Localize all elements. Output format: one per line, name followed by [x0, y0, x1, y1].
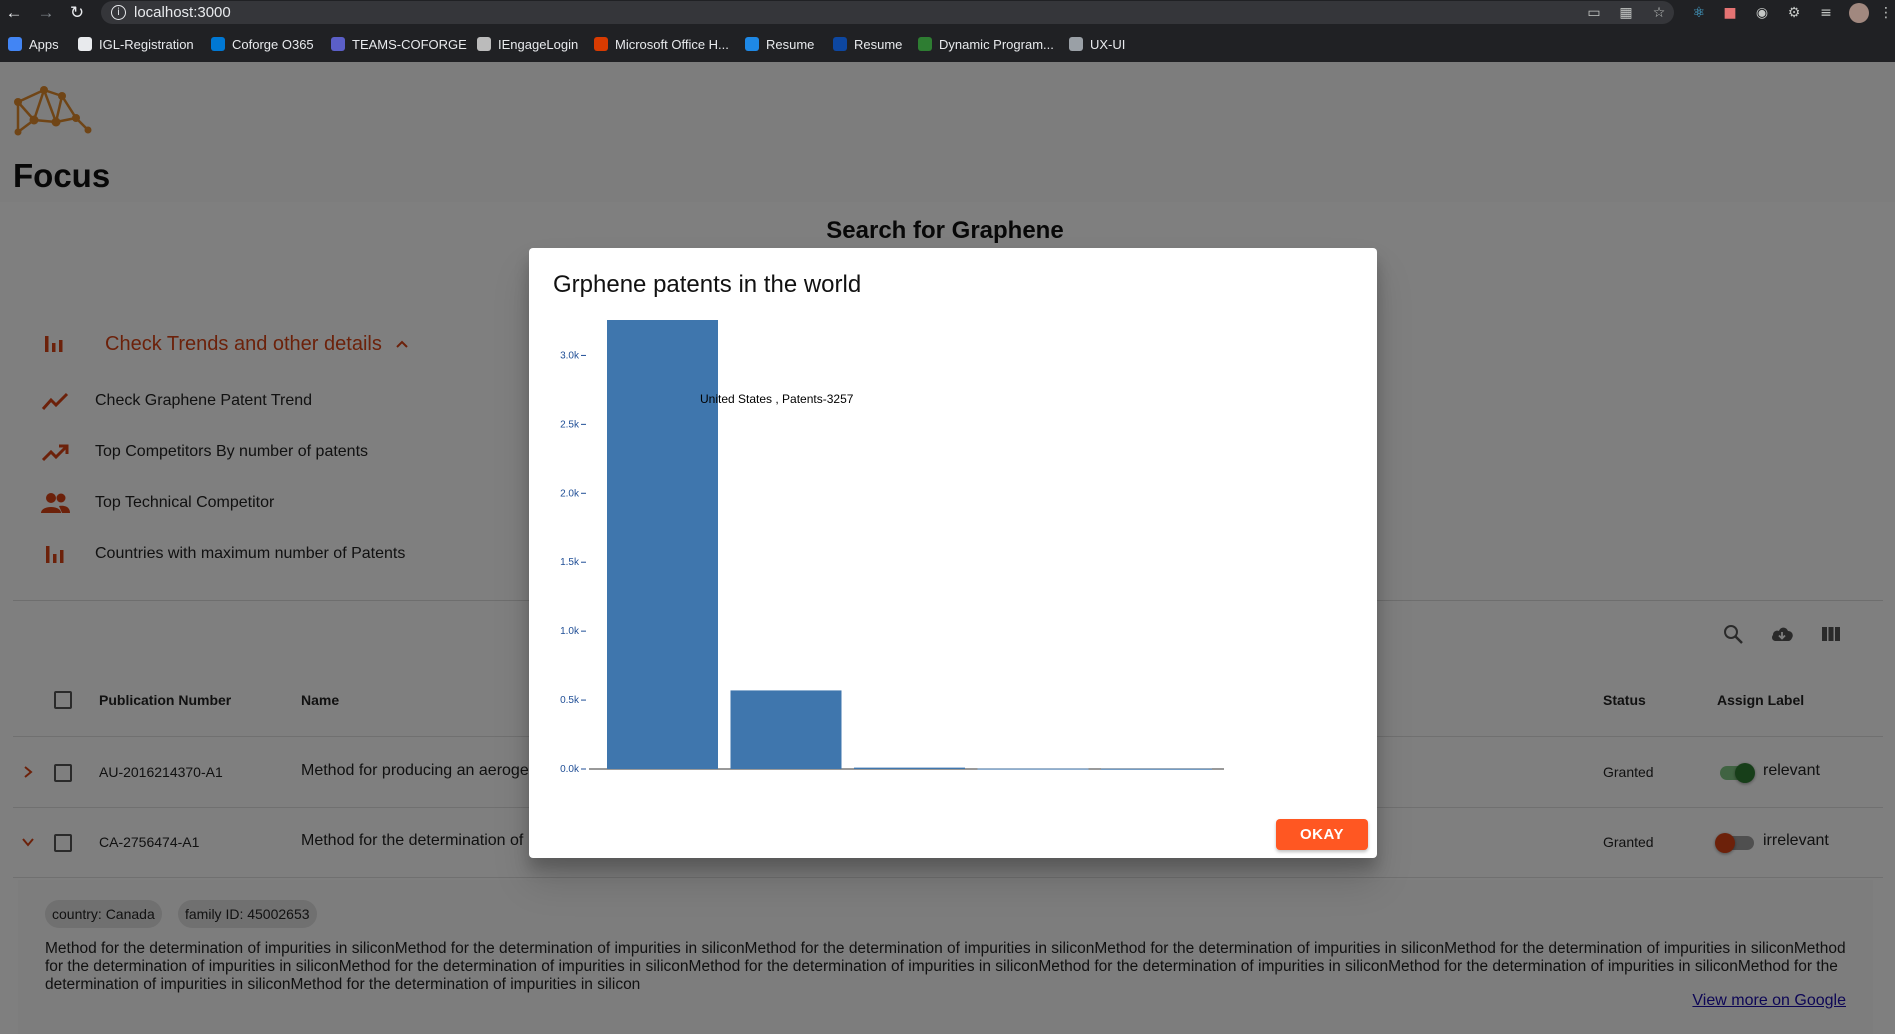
y-tick-label: 0.0k: [560, 764, 580, 775]
bookmark-label: Dynamic Program...: [939, 37, 1054, 52]
back-icon[interactable]: ←: [4, 3, 24, 23]
bookmark-label: Resume: [854, 37, 902, 52]
reload-icon[interactable]: ↻: [67, 3, 87, 23]
bookmark-item[interactable]: UX-UI: [1069, 35, 1125, 53]
extension-icon[interactable]: ■: [1721, 4, 1739, 22]
site-info-icon[interactable]: i: [111, 5, 126, 20]
y-tick-label: 1.0k: [560, 626, 580, 637]
reading-list-icon[interactable]: ≡: [1817, 4, 1835, 22]
y-tick-label: 2.5k: [560, 419, 580, 430]
bookmark-favicon-icon: [594, 37, 608, 51]
bookmark-label: Resume: [766, 37, 814, 52]
chart-bar[interactable]: [1101, 769, 1212, 770]
star-icon[interactable]: ☆: [1650, 4, 1668, 22]
bookmark-item[interactable]: Apps: [8, 35, 59, 53]
browser-toolbar: ← → ↻ i localhost:3000 ▭ ▦ ☆ ⚛ ■ ◉ ⚙ ≡ ⋮: [0, 0, 1895, 26]
y-tick-label: 1.5k: [560, 557, 580, 568]
bookmark-favicon-icon: [1069, 37, 1083, 51]
qr-icon[interactable]: ▦: [1617, 4, 1635, 22]
chart-bar[interactable]: [854, 768, 965, 769]
puzzle-icon[interactable]: ⚙: [1785, 4, 1803, 22]
y-tick-label: 3.0k: [560, 350, 580, 361]
bookmark-favicon-icon: [918, 37, 932, 51]
chart-dialog: Grphene patents in the world 0.0k0.5k1.0…: [529, 248, 1377, 858]
okay-button[interactable]: OKAY: [1276, 819, 1368, 850]
avatar[interactable]: [1849, 3, 1869, 23]
cast-icon[interactable]: ▭: [1585, 4, 1603, 22]
bookmark-favicon-icon: [211, 37, 225, 51]
bookmark-label: IGL-Registration: [99, 37, 194, 52]
bookmark-label: Coforge O365: [232, 37, 314, 52]
bookmark-item[interactable]: TEAMS-COFORGE: [331, 35, 467, 53]
camera-icon[interactable]: ◉: [1753, 4, 1771, 22]
bookmark-favicon-icon: [78, 37, 92, 51]
menu-dots-icon[interactable]: ⋮: [1877, 4, 1895, 22]
url-text: localhost:3000: [134, 4, 231, 21]
bookmark-item[interactable]: Coforge O365: [211, 35, 314, 53]
bookmark-label: UX-UI: [1090, 37, 1125, 52]
bar-tooltip: United States , Patents-3257: [700, 392, 854, 406]
y-tick-label: 0.5k: [560, 695, 580, 706]
react-extension-icon[interactable]: ⚛: [1690, 4, 1708, 22]
bookmark-label: Apps: [29, 37, 59, 52]
bookmark-label: TEAMS-COFORGE: [352, 37, 467, 52]
bookmark-label: IEngageLogin: [498, 37, 578, 52]
bookmark-item[interactable]: Resume: [745, 35, 814, 53]
bookmark-favicon-icon: [745, 37, 759, 51]
y-tick-label: 2.0k: [560, 488, 580, 499]
address-bar[interactable]: i localhost:3000: [101, 1, 1674, 24]
bookmark-item[interactable]: Resume: [833, 35, 902, 53]
patents-bar-chart: 0.0k 0.5k 1.0k 1.5k 2.0k 2.5k 3.0k United State…: [529, 248, 1377, 808]
bookmark-favicon-icon: [8, 37, 22, 51]
bookmark-label: Microsoft Office H...: [615, 37, 729, 52]
chart-bar[interactable]: [607, 320, 718, 769]
bookmark-item[interactable]: Microsoft Office H...: [594, 35, 729, 53]
chart-bar[interactable]: [731, 690, 842, 769]
bookmark-item[interactable]: IEngageLogin: [477, 35, 578, 53]
forward-icon[interactable]: →: [36, 3, 56, 23]
bookmark-item[interactable]: IGL-Registration: [78, 35, 194, 53]
bookmark-favicon-icon: [477, 37, 491, 51]
chart-bar[interactable]: [978, 769, 1089, 770]
bookmarks-bar: Apps IGL-Registration Coforge O365 TEAMS-CO…: [0, 32, 1895, 56]
bookmark-item[interactable]: Dynamic Program...: [918, 35, 1054, 53]
bookmark-favicon-icon: [331, 37, 345, 51]
browser-chrome: ← → ↻ i localhost:3000 ▭ ▦ ☆ ⚛ ■ ◉ ⚙ ≡ ⋮…: [0, 0, 1895, 62]
bookmark-favicon-icon: [833, 37, 847, 51]
